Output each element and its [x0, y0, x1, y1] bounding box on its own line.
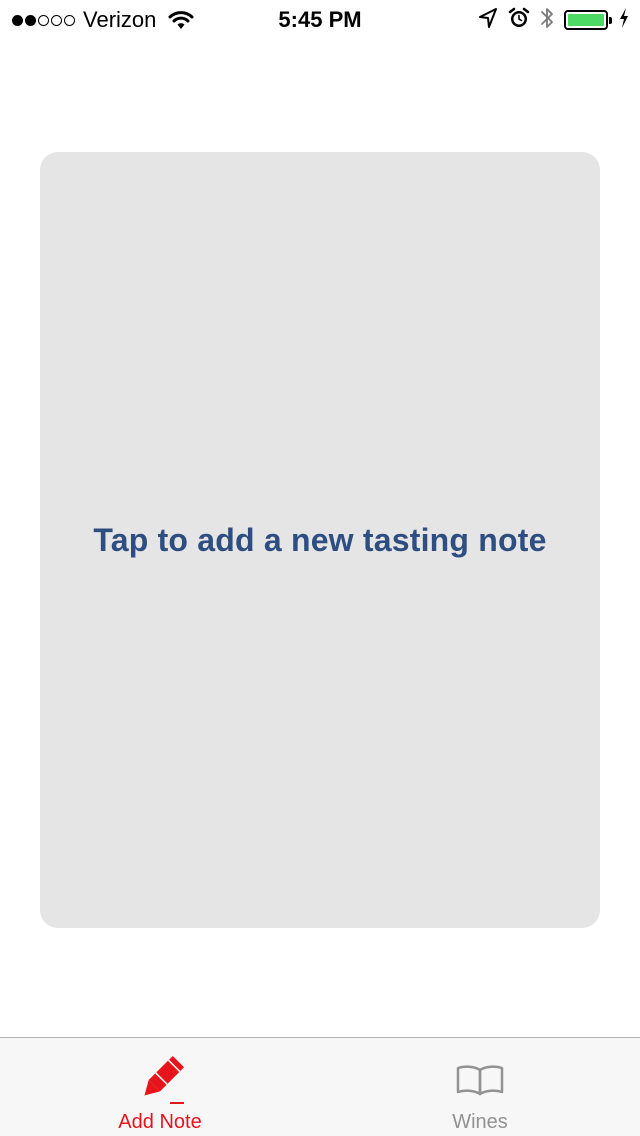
battery-level-fill — [568, 14, 604, 26]
charging-bolt-icon — [618, 7, 630, 34]
tab-bar: Add Note Wines — [0, 1037, 640, 1136]
tab-label-wines: Wines — [452, 1111, 508, 1133]
status-bar: Verizon 5:45 PM — [0, 0, 640, 40]
tab-label-add-note: Add Note — [118, 1111, 202, 1133]
pencil-icon — [130, 1052, 190, 1108]
bluetooth-icon — [540, 6, 554, 35]
alarm-clock-icon — [508, 7, 530, 34]
book-icon — [450, 1052, 510, 1108]
add-note-prompt: Tap to add a new tasting note — [93, 521, 547, 558]
battery-icon — [564, 10, 612, 30]
tab-wines[interactable]: Wines — [320, 1038, 640, 1136]
status-bar-right — [478, 7, 630, 33]
screen: Verizon 5:45 PM Tap to add a new tasting… — [0, 0, 640, 1136]
location-arrow-icon — [478, 7, 498, 34]
tab-add-note[interactable]: Add Note — [0, 1038, 320, 1136]
add-tasting-note-card[interactable]: Tap to add a new tasting note — [40, 152, 600, 928]
battery-nub — [609, 17, 612, 24]
